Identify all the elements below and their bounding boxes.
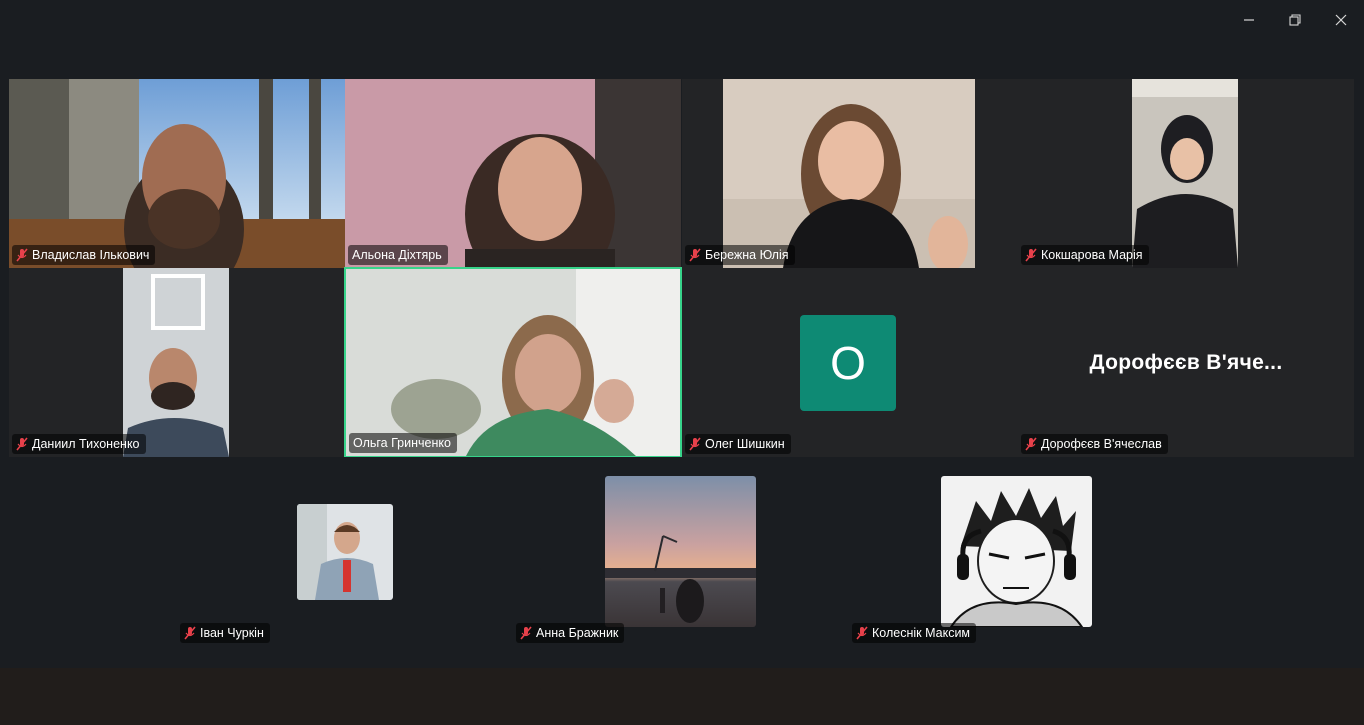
participant-nameplate: Кокшарова Марія bbox=[1021, 245, 1149, 265]
video-gallery: Владислав Ількович Альона Діхтярь Бережн… bbox=[8, 79, 1354, 668]
participant-name: Бережна Юлія bbox=[705, 248, 789, 262]
participant-tile-alona[interactable]: Альона Діхтярь bbox=[345, 79, 681, 268]
minimize-button[interactable] bbox=[1229, 4, 1269, 36]
participant-name: Колеснік Максим bbox=[872, 626, 971, 640]
participant-tile-vladyslav[interactable]: Владислав Ількович bbox=[9, 79, 345, 268]
participant-tile-ivan[interactable]: Іван Чуркін bbox=[177, 457, 513, 646]
participant-nameplate: Ольга Гринченко bbox=[349, 433, 457, 453]
participant-tile-olha[interactable]: Ольга Гринченко bbox=[344, 267, 682, 458]
participant-tile-mariia[interactable]: Кокшарова Марія bbox=[1018, 79, 1354, 268]
minimize-icon bbox=[1244, 19, 1254, 21]
participant-nameplate: Анна Бражник bbox=[516, 623, 625, 643]
mic-muted-icon bbox=[16, 437, 28, 451]
mic-muted-icon bbox=[1025, 248, 1037, 262]
bottom-area bbox=[0, 668, 1364, 725]
participant-name: Олег Шишкин bbox=[705, 437, 785, 451]
participant-name: Владислав Ількович bbox=[32, 248, 150, 262]
participant-video bbox=[123, 268, 229, 457]
participant-display-name: Дорофєєв В'яче... bbox=[1089, 350, 1283, 374]
mic-muted-icon bbox=[856, 626, 868, 640]
participant-tile-yulia[interactable]: Бережна Юлія bbox=[682, 79, 1018, 268]
participant-tile-maksym[interactable]: Колеснік Максим bbox=[849, 457, 1185, 646]
participant-video bbox=[346, 269, 680, 456]
participant-video bbox=[723, 79, 975, 268]
avatar bbox=[941, 476, 1092, 627]
participant-tile-oleh[interactable]: О Олег Шишкин bbox=[682, 268, 1018, 457]
participant-tile-anna[interactable]: Анна Бражник bbox=[513, 457, 849, 646]
participant-name: Дорофєєв В'ячеслав bbox=[1041, 437, 1162, 451]
participant-tile-viacheslav[interactable]: Дорофєєв В'яче... Дорофєєв В'ячеслав bbox=[1018, 268, 1354, 457]
participant-video bbox=[1132, 79, 1238, 268]
participant-name: Анна Бражник bbox=[536, 626, 619, 640]
participant-nameplate: Альона Діхтярь bbox=[348, 245, 448, 265]
mic-muted-icon bbox=[689, 248, 701, 262]
mic-muted-icon bbox=[184, 626, 196, 640]
participant-name: Іван Чуркін bbox=[200, 626, 264, 640]
avatar bbox=[297, 504, 393, 600]
window-titlebar bbox=[0, 0, 1364, 40]
mic-muted-icon bbox=[1025, 437, 1037, 451]
avatar: О bbox=[800, 315, 896, 411]
avatar bbox=[605, 476, 756, 627]
restore-button[interactable] bbox=[1275, 4, 1315, 36]
close-icon bbox=[1335, 14, 1347, 26]
participant-nameplate: Бережна Юлія bbox=[685, 245, 795, 265]
participant-video bbox=[9, 79, 345, 268]
participant-nameplate: Дорофєєв В'ячеслав bbox=[1021, 434, 1168, 454]
mic-muted-icon bbox=[520, 626, 532, 640]
participant-nameplate: Іван Чуркін bbox=[180, 623, 270, 643]
participant-video bbox=[345, 79, 681, 268]
mic-muted-icon bbox=[16, 248, 28, 262]
participant-name: Даниил Тихоненко bbox=[32, 437, 140, 451]
participant-nameplate: Олег Шишкин bbox=[685, 434, 791, 454]
participant-tile-danyil[interactable]: Даниил Тихоненко bbox=[9, 268, 345, 457]
close-button[interactable] bbox=[1321, 4, 1361, 36]
participant-nameplate: Колеснік Максим bbox=[852, 623, 977, 643]
restore-icon bbox=[1289, 14, 1301, 26]
mic-muted-icon bbox=[689, 437, 701, 451]
participant-name: Альона Діхтярь bbox=[352, 248, 442, 262]
participant-nameplate: Даниил Тихоненко bbox=[12, 434, 146, 454]
participant-name: Ольга Гринченко bbox=[353, 436, 451, 450]
participant-name: Кокшарова Марія bbox=[1041, 248, 1143, 262]
participant-nameplate: Владислав Ількович bbox=[12, 245, 156, 265]
